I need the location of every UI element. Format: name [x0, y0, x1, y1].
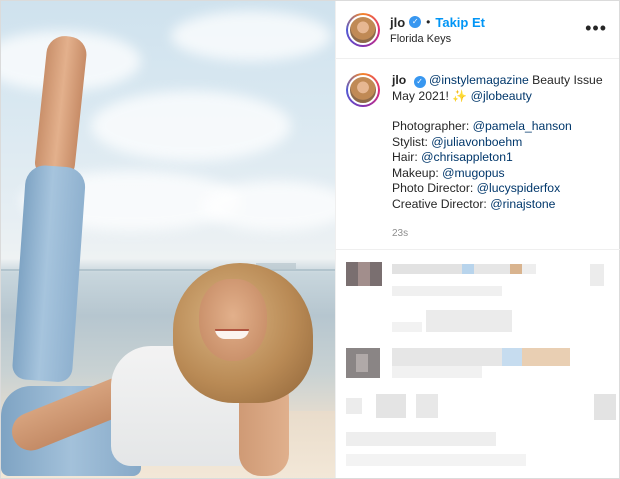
profile-avatar[interactable]: [346, 12, 380, 47]
credit-handle[interactable]: @juliavonboehm: [431, 135, 522, 149]
header-separator: •: [426, 15, 431, 29]
post-side-panel: jlo ✓ • Takip Et Florida Keys ••• jlo ✓ …: [335, 1, 620, 478]
caption-text-date: May 2021!: [392, 88, 453, 103]
mention-jlobeauty[interactable]: @jlobeauty: [471, 89, 532, 103]
header-username[interactable]: jlo: [390, 15, 405, 30]
credit-label: Creative Director:: [392, 196, 491, 211]
post-timestamp[interactable]: 23s: [392, 226, 609, 242]
location-link[interactable]: Florida Keys: [390, 33, 485, 45]
credit-handle[interactable]: @chrisappleton1: [421, 150, 513, 164]
caption-avatar[interactable]: [346, 73, 380, 107]
credit-handle[interactable]: @pamela_hanson: [473, 119, 572, 133]
sparkles-emoji-icon: ✨: [452, 88, 468, 103]
verified-badge-icon: ✓: [409, 16, 422, 28]
post-photo[interactable]: [1, 1, 335, 478]
instagram-post: jlo ✓ • Takip Et Florida Keys ••• jlo ✓ …: [0, 0, 620, 479]
follow-button[interactable]: Takip Et: [435, 15, 485, 30]
credit-label: Photographer:: [392, 119, 473, 133]
more-options-icon[interactable]: •••: [585, 19, 607, 37]
credit-handle[interactable]: @rinajstone: [490, 197, 555, 211]
caption-verified-badge-icon: ✓: [413, 76, 426, 88]
post-header: jlo ✓ • Takip Et Florida Keys •••: [336, 1, 619, 59]
credit-label: Hair:: [392, 150, 422, 164]
credit-label: Stylist:: [392, 134, 432, 149]
post-caption: jlo ✓ @instylemagazine Beauty Issue May …: [336, 59, 619, 242]
pixelated-comments-area: [336, 249, 620, 478]
mention-instylemagazine[interactable]: @instylemagazine: [429, 73, 529, 87]
caption-username[interactable]: jlo: [392, 73, 406, 87]
caption-text-beauty: Beauty Issue: [528, 73, 603, 87]
credit-label: Photo Director:: [392, 181, 477, 195]
credit-label: Makeup:: [392, 165, 443, 180]
credit-handle[interactable]: @mugopus: [442, 166, 505, 180]
credit-handle[interactable]: @lucyspiderfox: [477, 181, 561, 195]
